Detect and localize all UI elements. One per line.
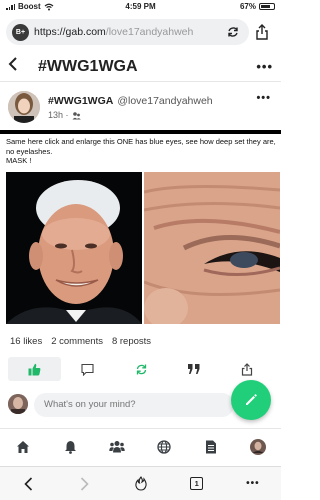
tab-news[interactable] bbox=[187, 440, 234, 454]
pencil-icon bbox=[246, 394, 257, 405]
group-avatar[interactable] bbox=[8, 91, 40, 123]
tab-home[interactable] bbox=[0, 440, 47, 454]
bell-icon bbox=[64, 440, 76, 454]
like-button[interactable] bbox=[8, 357, 62, 381]
post-meta: 13h · bbox=[48, 110, 81, 120]
post-body: Same here click and enlarge this ONE has… bbox=[6, 137, 276, 166]
share-post-button[interactable] bbox=[221, 357, 274, 381]
post-time[interactable]: 13h · bbox=[48, 110, 69, 120]
battery-icon bbox=[259, 3, 275, 10]
post-author-line: #WWG1WGA @love17andyahweh bbox=[48, 95, 213, 107]
brave-logo-icon[interactable]: B+ bbox=[12, 23, 29, 41]
address-bar[interactable]: B+ https://gab.com/love17andyahweh bbox=[6, 19, 249, 45]
more-icon: ••• bbox=[246, 478, 260, 489]
post-image-portrait[interactable] bbox=[6, 172, 142, 324]
post-media bbox=[6, 172, 280, 324]
post-header: #WWG1WGA @love17andyahweh 13h · ••• bbox=[0, 87, 281, 127]
tab-profile[interactable] bbox=[234, 438, 281, 455]
quote-button[interactable] bbox=[168, 357, 221, 381]
post-body-line-2: MASK ! bbox=[6, 156, 32, 165]
post-image-eye-closeup[interactable] bbox=[144, 172, 280, 324]
post-divider bbox=[0, 130, 281, 134]
quote-icon bbox=[188, 364, 200, 374]
app-tab-bar bbox=[0, 428, 281, 464]
comments-count[interactable]: 2 comments bbox=[51, 336, 103, 347]
home-icon bbox=[17, 440, 30, 453]
comment-input[interactable] bbox=[34, 393, 234, 417]
likes-count[interactable]: 16 likes bbox=[10, 336, 42, 347]
groups-icon bbox=[109, 441, 125, 453]
document-icon bbox=[205, 440, 216, 453]
group-privacy-icon bbox=[72, 111, 81, 119]
browser-menu-button[interactable]: ••• bbox=[225, 478, 281, 489]
post-body-line: Same here click and enlarge this ONE has… bbox=[6, 137, 276, 156]
thumbs-up-icon bbox=[28, 363, 41, 375]
compose-post-button[interactable] bbox=[231, 380, 271, 420]
repost-button[interactable] bbox=[114, 357, 167, 381]
user-avatar[interactable] bbox=[8, 394, 28, 414]
profile-avatar-icon bbox=[249, 438, 266, 455]
post-group-name[interactable]: #WWG1WGA bbox=[48, 95, 113, 107]
tab-count: 1 bbox=[190, 477, 204, 490]
chevron-left-icon bbox=[23, 476, 32, 491]
url-path: /love17andyahweh bbox=[105, 26, 194, 38]
chevron-right-icon bbox=[80, 476, 89, 491]
browser-bottom-bar: 1 ••• bbox=[0, 466, 281, 500]
group-title: #WWG1WGA bbox=[38, 57, 138, 75]
battery-percent: 67% bbox=[239, 2, 256, 11]
share-icon[interactable] bbox=[249, 19, 275, 45]
tab-notifications[interactable] bbox=[47, 440, 94, 454]
tab-explore[interactable] bbox=[140, 439, 187, 454]
post-more-icon[interactable]: ••• bbox=[256, 92, 271, 104]
group-more-icon[interactable]: ••• bbox=[256, 59, 273, 74]
browser-back-button[interactable] bbox=[0, 476, 56, 491]
reposts-count[interactable]: 8 reposts bbox=[112, 336, 151, 347]
browser-forward-button[interactable] bbox=[56, 476, 112, 491]
browser-toolbar: B+ https://gab.com/love17andyahweh bbox=[6, 18, 275, 46]
globe-icon bbox=[157, 439, 171, 454]
share-icon bbox=[242, 362, 253, 376]
reload-icon[interactable] bbox=[223, 22, 243, 42]
group-header: #WWG1WGA ••• bbox=[0, 52, 281, 82]
back-icon[interactable] bbox=[8, 57, 28, 76]
flame-icon bbox=[134, 476, 147, 491]
repost-icon bbox=[136, 364, 146, 374]
url-text[interactable]: https://gab.com/love17andyahweh bbox=[34, 26, 223, 38]
clock: 4:59 PM bbox=[125, 2, 156, 11]
tabs-button[interactable]: 1 bbox=[169, 477, 225, 490]
post-actions bbox=[8, 357, 274, 381]
comment-button[interactable] bbox=[61, 357, 114, 381]
tab-groups[interactable] bbox=[94, 440, 141, 453]
post-stats: 16 likes 2 comments 8 reposts bbox=[10, 336, 151, 347]
comment-icon bbox=[81, 363, 94, 376]
brave-rewards-button[interactable] bbox=[112, 476, 168, 491]
status-bar: Boost 4:59 PM 67% bbox=[0, 0, 281, 14]
post-author-handle[interactable]: @love17andyahweh bbox=[117, 95, 212, 107]
url-host: https://gab.com bbox=[34, 26, 106, 38]
